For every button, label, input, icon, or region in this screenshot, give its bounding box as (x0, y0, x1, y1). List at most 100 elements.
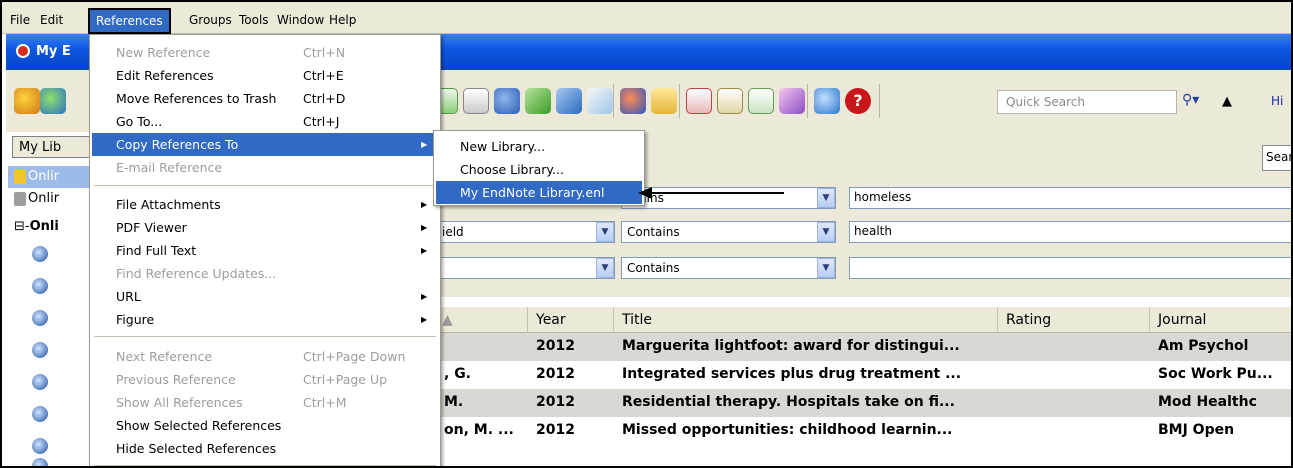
menu-item-label: Find Reference Updates... (116, 266, 277, 281)
shortcut-label: Ctrl+M (303, 395, 347, 410)
my-library-tab[interactable]: My Lib (12, 136, 94, 158)
menu-item-previous-reference[interactable]: Previous Reference Ctrl+Page Up (92, 368, 438, 391)
chevron-down-icon[interactable]: ▼ (817, 188, 835, 208)
online-search-icon[interactable] (494, 88, 520, 114)
search-term-2[interactable]: health (849, 221, 1291, 243)
online-database-icon[interactable] (32, 438, 48, 454)
menu-item-edit-references[interactable]: Edit References Ctrl+E (92, 64, 438, 87)
column-header-rating[interactable]: Rating (998, 307, 1150, 333)
annotation-arrow-icon (638, 187, 784, 199)
online-mode-icon[interactable] (40, 88, 66, 114)
submenu-item-new-library[interactable]: New Library... (436, 135, 642, 158)
menu-item-email-reference[interactable]: E-mail Reference (92, 156, 438, 179)
menu-item-figure[interactable]: Figure ▶ (92, 308, 438, 331)
chevron-down-icon[interactable]: ▼ (596, 258, 614, 278)
sync-icon[interactable] (814, 88, 840, 114)
menu-item-label: Show All References (116, 395, 243, 410)
menu-item-label: Go To... (116, 114, 163, 129)
sidebar-group-online[interactable]: ⊟‐Onli (8, 216, 94, 238)
open-file-icon[interactable] (651, 88, 677, 114)
menu-item-find-full-text[interactable]: Find Full Text ▶ (92, 239, 438, 262)
menu-help[interactable]: Help (325, 10, 360, 30)
online-database-icon[interactable] (32, 342, 48, 358)
submenu-item-my-endnote-library[interactable]: My EndNote Library.enl (436, 181, 642, 204)
menu-item-copy-references-to[interactable]: Copy References To ▶ (92, 133, 438, 156)
open-reference-icon[interactable] (463, 88, 489, 114)
export-arrow-icon[interactable] (556, 88, 582, 114)
author-cell: on, M. ... (444, 422, 514, 438)
menu-item-file-attachments[interactable]: File Attachments ▶ (92, 193, 438, 216)
help-icon[interactable]: ? (845, 88, 871, 114)
menu-item-label: Hide Selected References (116, 441, 277, 456)
menu-tools[interactable]: Tools (235, 10, 273, 30)
column-header-journal[interactable]: Journal (1150, 307, 1291, 333)
menu-window[interactable]: Window (273, 10, 328, 30)
menu-item-move-to-trash[interactable]: Move References to Trash Ctrl+D (92, 87, 438, 110)
sidebar-item-online-trash[interactable]: Onlir (8, 188, 94, 210)
groups-panel: My Lib Onlir Onlir ⊟‐Onli (6, 132, 94, 466)
menu-item-hide-selected-references[interactable]: Hide Selected References (92, 437, 438, 460)
submenu-arrow-icon: ▶ (421, 223, 428, 232)
find-full-text-icon[interactable] (587, 88, 613, 114)
menu-item-label: Move References to Trash (116, 91, 277, 106)
toolbar-separator (613, 84, 614, 118)
menu-item-next-reference[interactable]: Next Reference Ctrl+Page Down (92, 345, 438, 368)
menu-item-label: File Attachments (116, 197, 221, 212)
menu-edit[interactable]: Edit (36, 10, 67, 30)
search-options-icon[interactable]: ⚲▾ (1182, 92, 1204, 114)
chevron-down-icon[interactable]: ▼ (817, 222, 835, 242)
search-term-3[interactable] (849, 257, 1291, 279)
journal-cell: Mod Healthc (1158, 394, 1257, 410)
shortcut-label: Ctrl+J (303, 114, 340, 129)
chevron-down-icon[interactable]: ▼ (596, 222, 614, 242)
year-cell: 2012 (536, 366, 575, 382)
menu-item-label: E-mail Reference (116, 160, 223, 175)
import-arrow-icon[interactable] (525, 88, 551, 114)
online-database-icon[interactable] (32, 246, 48, 262)
chevron-down-icon[interactable]: ▼ (817, 258, 835, 278)
search-button[interactable]: Sear (1262, 145, 1291, 171)
menu-item-label: Copy References To (116, 137, 239, 152)
screenshot-frame: File Edit References Groups Tools Window… (0, 0, 1293, 468)
menu-file[interactable]: File (6, 10, 34, 30)
online-database-icon[interactable] (32, 458, 48, 466)
menu-item-find-reference-updates[interactable]: Find Reference Updates... (92, 262, 438, 285)
sidebar-item-online-search[interactable]: Onlir (8, 166, 94, 188)
menu-item-go-to[interactable]: Go To... Ctrl+J (92, 110, 438, 133)
online-database-icon[interactable] (32, 278, 48, 294)
menu-groups[interactable]: Groups (185, 10, 236, 30)
search-term-1[interactable]: homeless (849, 187, 1291, 209)
hide-search-arrow-icon[interactable]: ▲ (1222, 94, 1232, 109)
format-bibliography-icon[interactable] (717, 88, 743, 114)
menu-item-show-all-references[interactable]: Show All References Ctrl+M (92, 391, 438, 414)
copy-references-submenu: New Library... Choose Library... My EndN… (433, 130, 645, 206)
operator-select-2[interactable]: Contains (621, 221, 836, 243)
library-mode-icon[interactable] (14, 88, 40, 114)
insert-citation-icon[interactable] (686, 88, 712, 114)
menu-item-url[interactable]: URL ▶ (92, 285, 438, 308)
return-to-document-icon[interactable] (748, 88, 774, 114)
operator-select-3[interactable]: Contains (621, 257, 836, 279)
sort-indicator-icon[interactable]: ▲ (434, 307, 528, 333)
open-link-icon[interactable] (620, 88, 646, 114)
menu-separator (94, 185, 436, 186)
submenu-arrow-icon: ▶ (421, 200, 428, 209)
hide-search-panel-link[interactable]: Hi (1271, 94, 1283, 108)
column-header-year[interactable]: Year (528, 307, 614, 333)
column-header-title[interactable]: Title (614, 307, 998, 333)
menu-item-pdf-viewer[interactable]: PDF Viewer ▶ (92, 216, 438, 239)
manuscript-matcher-icon[interactable] (779, 88, 805, 114)
menu-references[interactable]: References (88, 8, 171, 34)
submenu-item-choose-library[interactable]: Choose Library... (436, 158, 642, 181)
menu-item-new-reference[interactable]: New Reference Ctrl+N (92, 41, 438, 64)
menu-item-show-selected-references[interactable]: Show Selected References (92, 414, 438, 437)
online-database-icon[interactable] (32, 406, 48, 422)
quick-search-input[interactable]: Quick Search (997, 90, 1177, 114)
shortcut-label: Ctrl+Page Up (303, 372, 388, 387)
online-database-icon[interactable] (32, 310, 48, 326)
field-select-2[interactable]: ield (436, 221, 615, 243)
field-select-3[interactable] (436, 257, 615, 279)
toolbar-separator (879, 84, 880, 118)
collapse-icon[interactable]: ⊟‐ (14, 219, 30, 234)
online-database-icon[interactable] (32, 374, 48, 390)
